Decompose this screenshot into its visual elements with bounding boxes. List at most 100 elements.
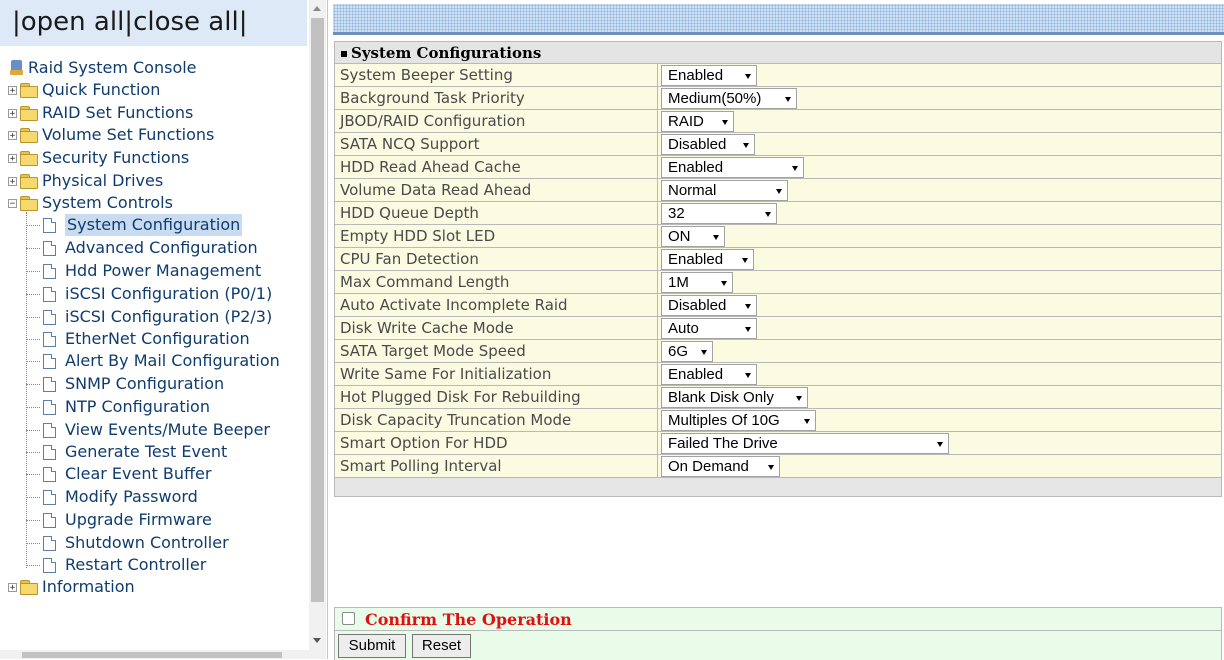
- scroll-down-icon[interactable]: [313, 638, 321, 643]
- config-value-cell: 6G: [657, 339, 1222, 363]
- scroll-up-icon[interactable]: [313, 6, 321, 11]
- config-row-jbod-raid-configuration: JBOD/RAID Configuration RAID: [334, 109, 1222, 133]
- system-beeper-setting-select[interactable]: Enabled: [661, 65, 757, 86]
- sata-target-mode-speed-select[interactable]: 6G: [661, 341, 713, 362]
- dropdown-arrow-icon: [743, 143, 749, 148]
- tree-item-snmp-configuration[interactable]: SNMP Configuration: [26, 373, 224, 395]
- config-value-cell: 1M: [657, 270, 1222, 294]
- expand-icon[interactable]: +: [8, 108, 17, 118]
- tree-folder-raid-set-functions[interactable]: + RAID Set Functions: [8, 102, 193, 124]
- select-value: Enabled: [668, 366, 724, 383]
- tree-item-shutdown-controller[interactable]: Shutdown Controller: [26, 532, 229, 554]
- tree-folder-quick-function[interactable]: + Quick Function: [8, 79, 160, 101]
- config-row-disk-capacity-truncation-mode: Disk Capacity Truncation Mode Multiples O…: [334, 408, 1222, 432]
- tree-vertical-scrollbar[interactable]: [309, 0, 326, 659]
- dropdown-arrow-icon: [701, 350, 707, 355]
- sata-ncq-support-select[interactable]: Disabled: [661, 134, 755, 155]
- config-label: Disk Write Cache Mode: [334, 316, 658, 340]
- tree-item-ntp-configuration[interactable]: NTP Configuration: [26, 396, 210, 418]
- hdd-read-ahead-cache-select[interactable]: Enabled: [661, 157, 804, 178]
- config-row-empty-hdd-slot-led: Empty HDD Slot LED ON: [334, 224, 1222, 248]
- write-same-for-initialization-select[interactable]: Enabled: [661, 364, 757, 385]
- confirm-label[interactable]: Confirm The Operation: [365, 610, 572, 629]
- tree-item-clear-event-buffer[interactable]: Clear Event Buffer: [26, 463, 211, 485]
- page-icon: [43, 217, 56, 233]
- tree-folder-label: Information: [42, 577, 135, 596]
- tree-item-label: iSCSI Configuration (P2/3): [65, 307, 273, 326]
- dropdown-arrow-icon: [792, 166, 798, 171]
- confirm-checkbox[interactable]: [342, 612, 355, 625]
- config-label: Background Task Priority: [334, 86, 658, 110]
- open-all-link[interactable]: open all: [21, 7, 125, 37]
- button-row: Submit Reset: [334, 630, 1222, 660]
- page-icon: [43, 399, 56, 415]
- expand-icon[interactable]: +: [8, 582, 17, 592]
- cpu-fan-detection-select[interactable]: Enabled: [661, 249, 754, 270]
- tree-item-iscsi-configuration-p23[interactable]: iSCSI Configuration (P2/3): [26, 306, 272, 328]
- config-label: Auto Activate Incomplete Raid: [334, 293, 658, 317]
- expand-icon[interactable]: +: [8, 85, 17, 95]
- tree-folder-label: Security Functions: [42, 148, 190, 167]
- tree-item-label: Modify Password: [65, 487, 198, 506]
- tree-item-iscsi-configuration-p01[interactable]: iSCSI Configuration (P0/1): [26, 283, 272, 305]
- page-icon: [43, 444, 56, 460]
- disk-write-cache-mode-select[interactable]: Auto: [661, 318, 757, 339]
- tree-frame: |open all|close all| Raid System Console…: [0, 0, 327, 659]
- jbod-raid-configuration-select[interactable]: RAID: [661, 111, 734, 132]
- scrollbar-thumb[interactable]: [22, 652, 282, 658]
- smart-option-for-hdd-select[interactable]: Failed The Drive: [661, 433, 949, 454]
- config-label: CPU Fan Detection: [334, 247, 658, 271]
- tree-folder-security-functions[interactable]: + Security Functions: [8, 147, 189, 169]
- tree-item-system-configuration[interactable]: System Configuration: [26, 214, 243, 236]
- hdd-queue-depth-select[interactable]: 32: [661, 203, 777, 224]
- section-header: System Configurations: [334, 41, 1222, 64]
- tree-folder-volume-set-functions[interactable]: + Volume Set Functions: [8, 124, 214, 146]
- page-icon: [43, 309, 56, 325]
- close-all-link[interactable]: close all: [133, 7, 239, 37]
- scrollbar-thumb[interactable]: [311, 18, 324, 602]
- smart-polling-interval-select[interactable]: On Demand: [661, 456, 780, 477]
- hot-plugged-disk-for-rebuilding-select[interactable]: Blank Disk Only: [661, 387, 808, 408]
- tree-item-ethernet-configuration[interactable]: EtherNet Configuration: [26, 328, 250, 350]
- submit-button[interactable]: Submit: [338, 634, 406, 658]
- console-icon: [10, 60, 23, 76]
- config-value-cell: Blank Disk Only: [657, 385, 1222, 409]
- expand-icon[interactable]: +: [8, 176, 17, 186]
- tree-folder-system-controls[interactable]: − System Controls: [8, 192, 173, 214]
- volume-data-read-ahead-select[interactable]: Normal: [661, 180, 788, 201]
- dropdown-arrow-icon: [745, 304, 751, 309]
- select-value: 1M: [668, 274, 689, 291]
- select-value: Enabled: [668, 251, 724, 268]
- tree-item-modify-password[interactable]: Modify Password: [26, 486, 198, 508]
- tree-item-upgrade-firmware[interactable]: Upgrade Firmware: [26, 509, 212, 531]
- folder-icon: [19, 151, 38, 166]
- select-value: 32: [668, 205, 685, 222]
- config-label: JBOD/RAID Configuration: [334, 109, 658, 133]
- auto-activate-incomplete-raid-select[interactable]: Disabled: [661, 295, 757, 316]
- dropdown-arrow-icon: [745, 327, 751, 332]
- expand-icon[interactable]: +: [8, 130, 17, 140]
- tree-horizontal-scrollbar[interactable]: [0, 650, 309, 659]
- reset-button[interactable]: Reset: [412, 634, 471, 658]
- tree-item-label: EtherNet Configuration: [65, 329, 250, 348]
- expand-icon[interactable]: +: [8, 153, 17, 163]
- tree-item-alert-by-mail-configuration[interactable]: Alert By Mail Configuration: [26, 350, 280, 372]
- tree-folder-information[interactable]: + Information: [8, 576, 135, 598]
- tree-item-hdd-power-management[interactable]: Hdd Power Management: [26, 260, 261, 282]
- tree-root[interactable]: Raid System Console: [10, 57, 197, 79]
- tree-folder-physical-drives[interactable]: + Physical Drives: [8, 170, 163, 192]
- tree-item-advanced-configuration[interactable]: Advanced Configuration: [26, 237, 258, 259]
- folder-icon: [19, 174, 38, 189]
- tree-item-view-events-mute-beeper[interactable]: View Events/Mute Beeper: [26, 419, 270, 441]
- max-command-length-select[interactable]: 1M: [661, 272, 733, 293]
- tree-item-restart-controller[interactable]: Restart Controller: [26, 554, 206, 576]
- config-value-cell: Enabled: [657, 247, 1222, 271]
- tree-item-generate-test-event[interactable]: Generate Test Event: [26, 441, 227, 463]
- background-task-priority-select[interactable]: Medium(50%): [661, 88, 797, 109]
- collapse-icon[interactable]: −: [8, 198, 17, 208]
- disk-capacity-truncation-mode-select[interactable]: Multiples Of 10G: [661, 410, 816, 431]
- select-value: Auto: [668, 320, 699, 337]
- config-row-hdd-queue-depth: HDD Queue Depth 32: [334, 201, 1222, 225]
- empty-hdd-slot-led-select[interactable]: ON: [661, 226, 725, 247]
- dropdown-arrow-icon: [937, 442, 943, 447]
